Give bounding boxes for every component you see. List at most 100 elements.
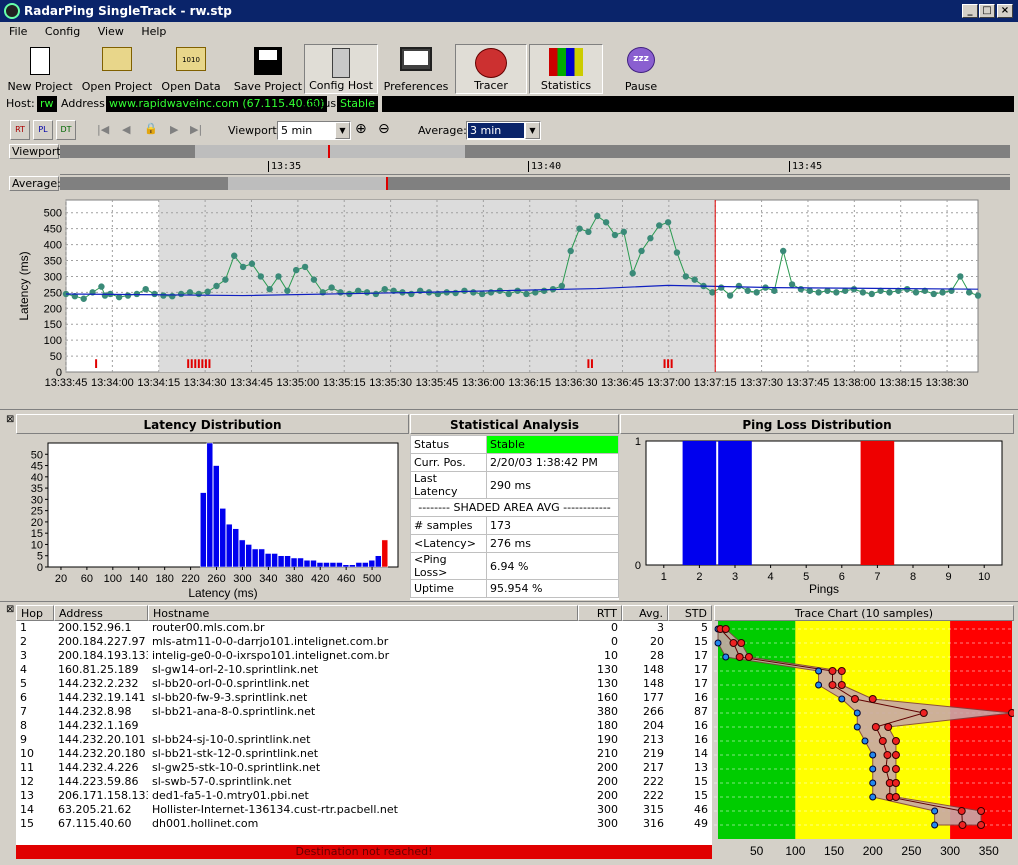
stats-row: -------- SHADED AREA AVG ------------ (410, 498, 619, 517)
hop-row[interactable]: 6 144.232.19.141 sl-bb20-fw-9-3.sprintlink… (16, 691, 712, 705)
hop-row[interactable]: 15 67.115.40.60 dh001.hollinet.com 300 316 49 (16, 817, 712, 831)
x-tick-label: 13:36:15 (508, 377, 551, 389)
col-hostname[interactable]: Hostname (148, 605, 578, 621)
trace-max-point (891, 779, 900, 787)
minimize-button[interactable]: _ (962, 4, 978, 18)
x-tick-label: 3 (732, 571, 738, 583)
menu-view[interactable]: View (89, 22, 129, 38)
data-point (275, 273, 282, 280)
last-icon[interactable]: ▶| (190, 123, 202, 136)
latency-dist-title: Latency Distribution (16, 414, 409, 434)
graph-rtt-button[interactable]: RT (10, 120, 30, 140)
histogram-bar (213, 465, 220, 568)
close-button[interactable]: × (997, 4, 1013, 18)
y-tick-label: 25 (31, 506, 43, 518)
average-track[interactable] (60, 177, 1010, 190)
data-point (80, 295, 87, 302)
hop-row[interactable]: 14 63.205.21.62 Hollister-Internet-136134.… (16, 803, 712, 817)
data-point (974, 292, 982, 299)
hop-row[interactable]: 2 200.184.227.97 mls-atm11-0-0-darrjo101.i… (16, 635, 712, 649)
viewport-select[interactable]: 5 min ▼ (277, 121, 351, 140)
close-panel-icon[interactable]: ⊠ (6, 604, 14, 615)
data-point (98, 283, 105, 290)
graph-std-button[interactable]: DT (56, 120, 76, 140)
viewport-track-thumb-right[interactable] (330, 145, 465, 158)
zoom-out-icon[interactable]: ⊖ (378, 121, 390, 137)
host-bar: Host: rw Address: www.rapidwaveinc.com (… (0, 95, 1018, 113)
col-std[interactable]: STD (668, 605, 712, 621)
x-tick-label: 460 (337, 573, 355, 585)
zoom-in-icon[interactable]: ⊕ (355, 121, 367, 137)
hop-row[interactable]: 11 144.232.4.226 sl-gw25-stk-10-0.sprintli… (16, 761, 712, 775)
hop-row[interactable]: 5 144.232.2.232 sl-bb20-orl-0-0.sprintlink… (16, 677, 712, 691)
histogram-bar (206, 442, 214, 568)
histogram-bar (225, 523, 233, 568)
tracer-button[interactable]: Tracer (455, 44, 527, 94)
menu-file[interactable]: File (0, 22, 32, 38)
hop-row[interactable]: 13 206.171.158.133 ded1-fa5-1-0.mtry01.pbi… (16, 789, 712, 803)
preferences-button[interactable]: Preferences (380, 44, 452, 94)
host-label: Host: (6, 97, 35, 110)
address-cell: 144.232.20.180 (58, 747, 146, 760)
chevron-down-icon[interactable]: ▼ (525, 122, 540, 139)
prev-icon[interactable]: ◀ (122, 123, 130, 136)
trace-max-point (891, 765, 900, 773)
close-panel-icon[interactable]: ⊠ (6, 414, 14, 425)
average-select[interactable]: 3 min ▼ (466, 121, 541, 140)
data-point (912, 289, 920, 296)
hop-row[interactable]: 12 144.223.59.86 sl-swb-57-0.sprintlink.ne… (16, 775, 712, 789)
hop-row[interactable]: 1 200.152.96.1 router00.mls.com.br 0 3 5 (16, 621, 712, 635)
col-hop[interactable]: Hop (16, 605, 54, 621)
maximize-button[interactable]: □ (979, 4, 995, 18)
hop-row[interactable]: 8 144.232.1.169 180 204 16 (16, 719, 712, 733)
x-tick-label: 13:34:30 (184, 377, 227, 389)
x-tick-label: 50 (750, 844, 764, 858)
hop-cell: 8 (20, 719, 27, 732)
next-icon[interactable]: ▶ (170, 123, 178, 136)
address-cell: 160.81.25.189 (58, 663, 139, 676)
col-avg[interactable]: Avg. (622, 605, 668, 621)
rtt-cell: 10 (604, 649, 618, 662)
lock-icon[interactable]: 🔒 (144, 122, 158, 135)
x-tick-label: 13:37:00 (647, 377, 690, 389)
open-data-button[interactable]: 1010 Open Data (158, 44, 224, 94)
y-tick-label: 0 (37, 562, 43, 574)
pause-button[interactable]: zzz Pause (605, 44, 677, 94)
statistics-button[interactable]: Statistics (529, 44, 603, 94)
x-tick-label: 1 (661, 571, 667, 583)
new-project-button[interactable]: New Project (6, 44, 74, 94)
col-rtt[interactable]: RTT (578, 605, 622, 621)
rtt-cell: 300 (597, 817, 618, 830)
hop-row[interactable]: 9 144.232.20.101 sl-bb24-sj-10-0.sprintlin… (16, 733, 712, 747)
hop-row[interactable]: 10 144.232.20.180 sl-bb21-stk-12-0.sprintl… (16, 747, 712, 761)
config-host-button[interactable]: Config Host (304, 44, 378, 94)
hostname-cell: router00.mls.com.br (152, 621, 265, 634)
latency-chart[interactable]: 13:33:45 13:34:00 13:34:15 13:34:30 13:34:45… (6, 194, 1014, 408)
avg-cell: 213 (643, 733, 664, 746)
data-point (797, 285, 805, 293)
splitter[interactable] (0, 409, 1018, 413)
y-tick-label: 200 (44, 303, 62, 315)
viewport-track-thumb[interactable] (195, 145, 328, 158)
hop-row[interactable]: 3 200.184.193.133 intelig-ge0-0-0-ixrspo10… (16, 649, 712, 663)
hostname-cell: dh001.hollinet.com (152, 817, 259, 830)
stats-value: 290 ms (486, 471, 619, 499)
rtt-cell: 180 (597, 719, 618, 732)
hop-row[interactable]: 4 160.81.25.189 sl-gw14-orl-2-10.sprintlin… (16, 663, 712, 677)
trace-max-point (837, 681, 846, 689)
save-project-button[interactable]: Save Project (232, 44, 304, 94)
stats-key: Status (410, 435, 487, 454)
open-project-button[interactable]: Open Project (80, 44, 154, 94)
address-label: Address: (61, 97, 109, 110)
menu-help[interactable]: Help (132, 22, 171, 38)
chevron-down-icon[interactable]: ▼ (335, 122, 350, 139)
histogram-bar (316, 562, 324, 568)
stats-row: Uptime 95.954 % (410, 579, 619, 598)
col-address[interactable]: Address (54, 605, 148, 621)
menu-config[interactable]: Config (36, 22, 85, 38)
hop-row[interactable]: 7 144.232.8.98 sl-bb21-ana-8-0.sprintlink.… (16, 705, 712, 719)
graph-loss-button[interactable]: PL (33, 120, 53, 140)
first-icon[interactable]: |◀ (97, 123, 109, 136)
average-track-thumb[interactable] (228, 177, 386, 190)
histogram-bar (303, 559, 311, 568)
